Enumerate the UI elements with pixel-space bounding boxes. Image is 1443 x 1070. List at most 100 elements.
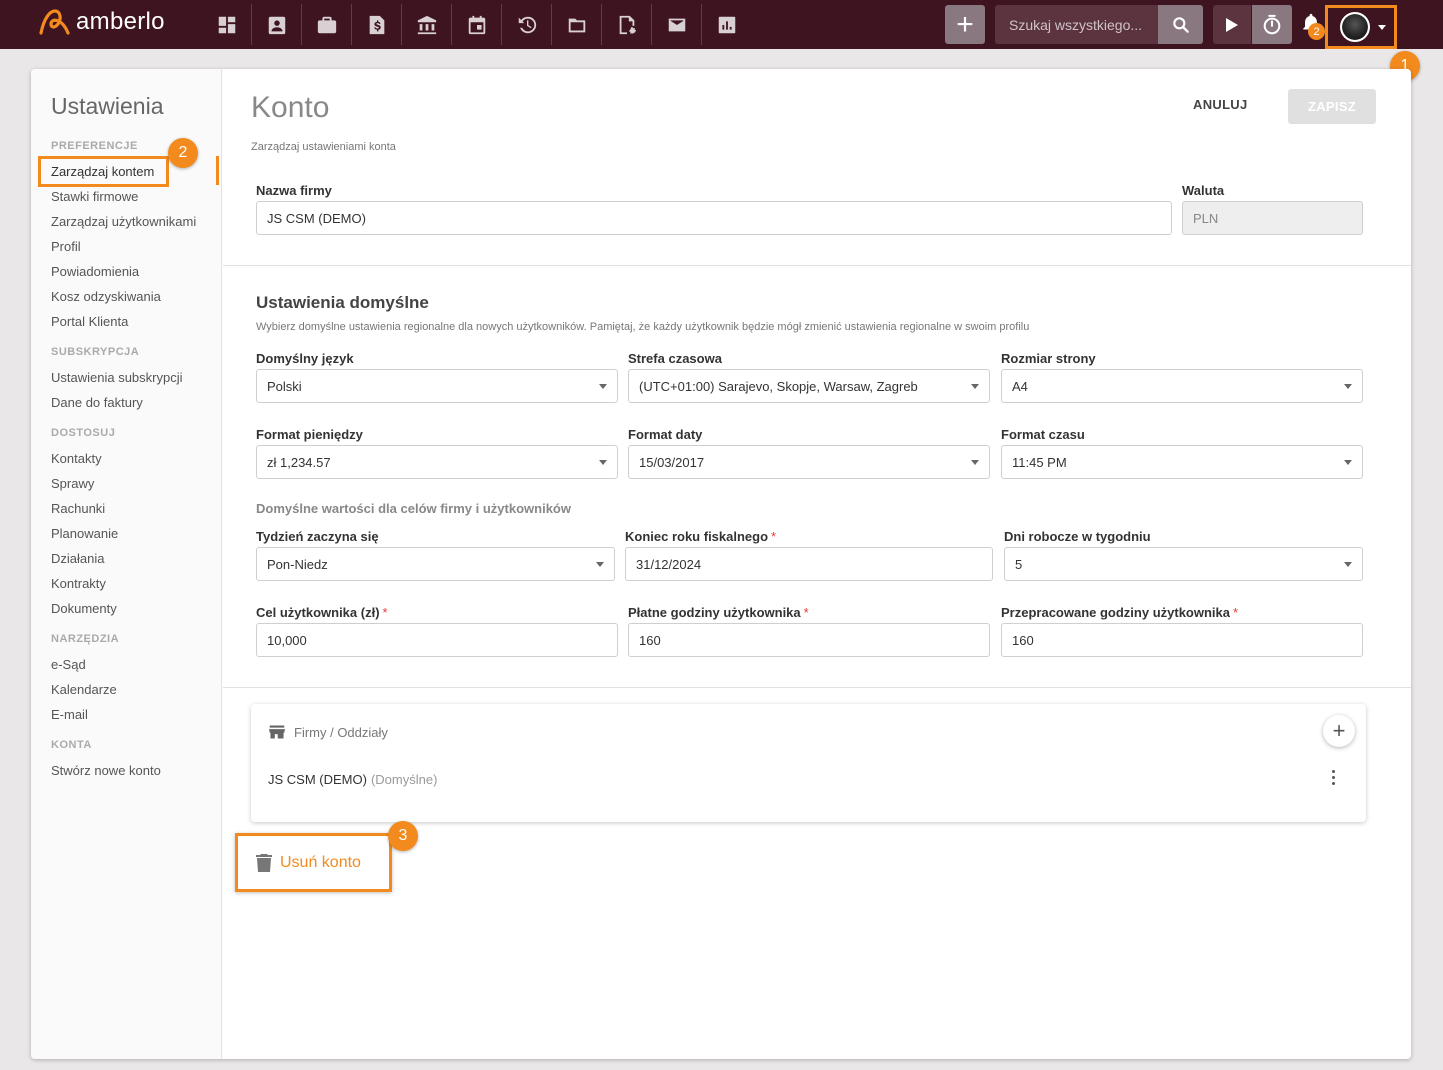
sidebar-item-company-rates[interactable]: Stawki firmowe [51, 189, 138, 204]
list-item[interactable]: JS CSM (DEMO) (Domyślne) [268, 772, 437, 787]
sidebar-item-notifications[interactable]: Powiadomienia [51, 264, 139, 279]
work-days-label: Dni robocze w tygodniu [1004, 529, 1151, 544]
contacts-icon[interactable] [252, 4, 302, 45]
amberlo-logo[interactable]: amberlo [38, 8, 165, 36]
sidebar-item-contracts[interactable]: Kontrakty [51, 576, 106, 591]
sidebar-item-planning[interactable]: Planowanie [51, 526, 118, 541]
fiscal-end-field[interactable]: 31/12/2024 [625, 547, 993, 581]
company-name-label: Nazwa firmy [256, 183, 332, 198]
language-select[interactable]: Polski [256, 369, 618, 403]
work-days-select[interactable]: 5 [1004, 547, 1363, 581]
divider [223, 265, 1411, 266]
sidebar-item-documents[interactable]: Dokumenty [51, 601, 117, 616]
document-settings-icon[interactable] [602, 4, 652, 45]
store-icon [269, 725, 285, 739]
page-size-label: Rozmiar strony [1001, 351, 1096, 366]
active-indicator [216, 156, 219, 185]
user-goal-label-text: Cel użytkownika (zł) [256, 605, 380, 620]
search-icon [1172, 16, 1189, 33]
chevron-down-icon [1344, 384, 1352, 389]
dashboard-icon[interactable] [202, 4, 252, 45]
cancel-button[interactable]: ANULUJ [1193, 97, 1248, 112]
sidebar-item-manage-users[interactable]: Zarządzaj użytkownikami [51, 214, 196, 229]
invoice-icon[interactable] [352, 4, 402, 45]
date-format-select[interactable]: 15/03/2017 [628, 445, 990, 479]
date-format-label: Format daty [628, 427, 703, 442]
settings-card: Ustawienia PREFERENCJE Zarządzaj kontem … [31, 69, 1411, 1059]
currency-field: PLN [1182, 201, 1363, 235]
worked-hours-label: Przepracowane godziny użytkownika * [1001, 605, 1238, 620]
branch-name: JS CSM (DEMO) [268, 772, 367, 787]
sidebar-section-accounts: KONTA [51, 739, 92, 751]
quick-add-button[interactable]: + [945, 5, 985, 44]
page-title: Konto [251, 91, 330, 124]
company-name-field[interactable]: JS CSM (DEMO) [256, 201, 1172, 235]
amberlo-logo-icon [39, 9, 70, 35]
callout-2: 2 [168, 138, 198, 168]
branch-default-tag: (Domyślne) [370, 772, 438, 787]
page-subtitle: Zarządzaj ustawieniami konta [251, 141, 396, 153]
sidebar-item-calendars[interactable]: Kalendarze [51, 682, 117, 697]
worked-hours-field[interactable]: 160 [1001, 623, 1363, 657]
account-main: Konto Zarządzaj ustawieniami konta ANULU… [223, 69, 1411, 1059]
sidebar-item-bills[interactable]: Rachunki [51, 501, 105, 516]
sidebar-item-subscription-settings[interactable]: Ustawienia subskrypcji [51, 370, 183, 385]
briefcase-icon[interactable] [302, 4, 352, 45]
chevron-down-icon [1378, 24, 1386, 30]
start-timer-button[interactable] [1213, 5, 1251, 44]
language-value: Polski [267, 378, 302, 394]
user-menu[interactable] [1325, 5, 1397, 49]
more-vertical-icon[interactable] [1329, 770, 1337, 785]
defaults-section-title: Ustawienia domyślne [256, 293, 429, 312]
fiscal-end-label-text: Koniec roku fiskalnego [625, 529, 769, 544]
sidebar-item-client-portal[interactable]: Portal Klienta [51, 314, 128, 329]
sidebar-item-create-account[interactable]: Stwórz nowe konto [51, 763, 161, 778]
mail-icon[interactable] [652, 4, 702, 45]
week-start-select[interactable]: Pon-Niedz [256, 547, 615, 581]
folder-icon[interactable] [552, 4, 602, 45]
money-format-select[interactable]: zł 1,234.57 [256, 445, 618, 479]
sidebar-item-email[interactable]: E-mail [51, 707, 88, 722]
sidebar-item-contacts[interactable]: Kontakty [51, 451, 102, 466]
chevron-down-icon [971, 460, 979, 465]
sidebar-item-activities[interactable]: Działania [51, 551, 104, 566]
sidebar-title: Ustawienia [51, 93, 164, 119]
required-marker: * [382, 605, 388, 620]
sidebar-item-profile[interactable]: Profil [51, 239, 81, 254]
sidebar-item-e-court[interactable]: e-Sąd [51, 657, 86, 672]
week-start-label: Tydzień zaczyna się [256, 529, 379, 544]
main-nav [202, 4, 752, 45]
sidebar-section-preferences: PREFERENCJE [51, 140, 138, 152]
timezone-select[interactable]: (UTC+01:00) Sarajevo, Skopje, Warsaw, Za… [628, 369, 990, 403]
defaults-section-description: Wybierz domyślne ustawienia regionalne d… [256, 321, 1030, 333]
sidebar-section-subscription: SUBSKRYPCJA [51, 346, 140, 358]
fiscal-end-label: Koniec roku fiskalnego * [625, 529, 776, 544]
search-input[interactable] [995, 16, 1158, 33]
avatar [1340, 12, 1370, 42]
reports-icon[interactable] [702, 4, 752, 45]
sidebar-item-billing-details[interactable]: Dane do faktury [51, 395, 143, 410]
sidebar-item-matters[interactable]: Sprawy [51, 476, 94, 491]
delete-account-button[interactable]: Usuń konto [235, 833, 392, 892]
bank-icon[interactable] [402, 4, 452, 45]
required-marker: * [1233, 605, 1239, 620]
chevron-down-icon [599, 460, 607, 465]
billable-hours-field[interactable]: 160 [628, 623, 990, 657]
sidebar-item-recycle-bin[interactable]: Kosz odzyskiwania [51, 289, 161, 304]
timer-button[interactable] [1252, 5, 1292, 44]
chevron-down-icon [1344, 460, 1352, 465]
calendar-icon[interactable] [452, 4, 502, 45]
add-branch-button[interactable]: + [1323, 715, 1355, 747]
time-format-select[interactable]: 11:45 PM [1001, 445, 1363, 479]
chevron-down-icon [599, 384, 607, 389]
branches-panel: Firmy / Oddziały + JS CSM (DEMO) (Domyśln… [251, 704, 1366, 822]
time-format-value: 11:45 PM [1012, 454, 1067, 470]
highlight-frame-manage-account [38, 156, 169, 187]
money-format-label: Format pieniędzy [256, 427, 363, 442]
time-history-icon[interactable] [502, 4, 552, 45]
worked-hours-label-text: Przepracowane godziny użytkownika [1001, 605, 1230, 620]
save-button[interactable]: ZAPISZ [1288, 89, 1376, 124]
search-button[interactable] [1158, 5, 1203, 44]
user-goal-field[interactable]: 10,000 [256, 623, 618, 657]
page-size-select[interactable]: A4 [1001, 369, 1363, 403]
